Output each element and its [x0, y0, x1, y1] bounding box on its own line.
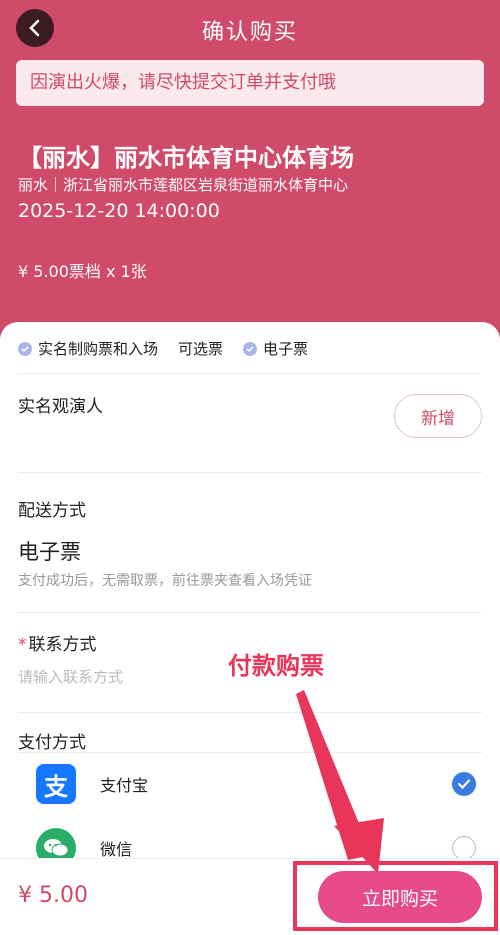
- tag-label: 可选票: [178, 340, 224, 358]
- divider: [18, 373, 482, 374]
- tag-seat-select: 可选票: [178, 338, 223, 359]
- divider: [18, 712, 482, 713]
- divider: [18, 752, 482, 753]
- tag-label: 电子票: [263, 340, 309, 358]
- top-bar: 确认购买: [0, 0, 500, 58]
- annotation-highlight-box: [293, 861, 498, 931]
- tag-real-name: 实名制购票和入场: [18, 338, 158, 359]
- venue-title: 【丽水】丽水市体育中心体育场: [18, 144, 354, 172]
- annotation-label: 付款购票: [228, 652, 324, 680]
- payment-name: 支付宝: [100, 776, 149, 795]
- contact-input[interactable]: 请输入联系方式: [18, 666, 123, 687]
- contact-label-text: 联系方式: [28, 635, 97, 655]
- payment-name: 微信: [100, 840, 133, 859]
- payment-option-alipay[interactable]: 支 支付宝: [36, 754, 476, 814]
- radio-checked-icon[interactable]: [452, 772, 476, 796]
- venue-address: 丽水｜浙江省丽水市莲都区岩泉街道丽水体育中心: [18, 176, 349, 194]
- delivery-label: 配送方式: [18, 501, 86, 521]
- radio-unchecked-icon[interactable]: [452, 836, 476, 860]
- alipay-icon: 支: [36, 764, 76, 804]
- viewer-label: 实名观演人: [18, 397, 103, 417]
- ticket-tags: 实名制购票和入场 可选票 电子票: [18, 338, 328, 359]
- tag-e-ticket: 电子票: [243, 338, 308, 359]
- required-star: *: [18, 635, 27, 655]
- total-price: ¥ 5.00: [18, 883, 88, 908]
- ticket-info: ¥ 5.00票档 x 1张: [18, 262, 147, 281]
- check-icon: [243, 341, 258, 356]
- add-viewer-button[interactable]: 新增: [394, 394, 482, 438]
- show-time: 2025-12-20 14:00:00: [18, 200, 220, 222]
- notice-banner: 因演出火爆，请尽快提交订单并支付哦: [16, 60, 484, 106]
- page-title: 确认购买: [201, 20, 298, 45]
- tag-label: 实名制购票和入场: [38, 340, 159, 358]
- divider: [18, 472, 482, 473]
- delivery-value: 电子票: [18, 540, 81, 564]
- order-card: 实名制购票和入场 可选票 电子票 实名观演人 新增 配送方式 电子票 支付成功后…: [0, 322, 500, 868]
- check-icon: [18, 341, 32, 356]
- contact-label: * 联系方式: [18, 630, 97, 655]
- delivery-hint: 支付成功后，无需取票，前往票夹查看入场凭证: [18, 573, 312, 589]
- payment-label: 支付方式: [18, 733, 86, 753]
- divider: [18, 612, 482, 613]
